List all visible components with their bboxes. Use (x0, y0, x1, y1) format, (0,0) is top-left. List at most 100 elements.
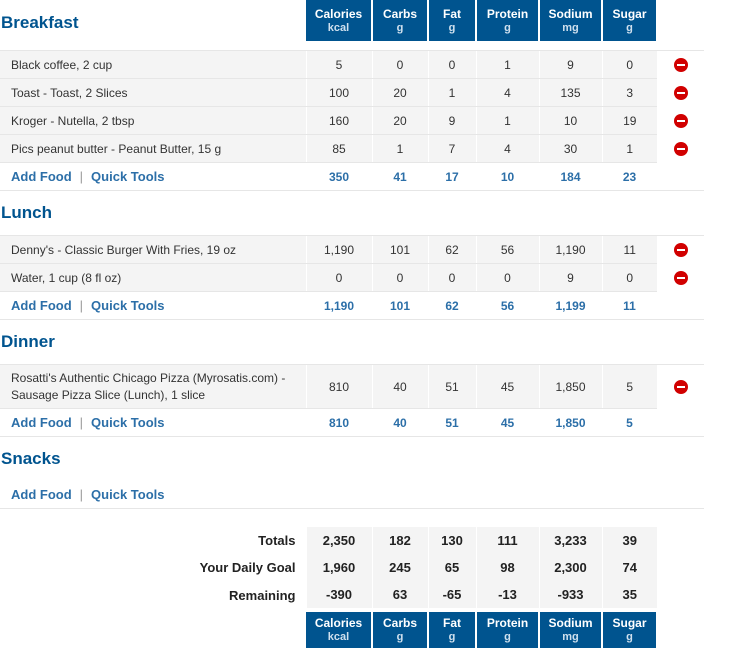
food-carbs: 20 (371, 78, 428, 107)
food-name[interactable]: Toast - Toast, 2 Slices (0, 78, 306, 107)
food-sodium: 9 (538, 263, 602, 292)
meal-actions-row: Add Food | Quick Tools 350 41 17 10 184 23 (0, 162, 704, 191)
meal-total-sugar: 5 (602, 408, 657, 437)
meal-total-sodium: 184 (539, 162, 602, 191)
delete-food-button[interactable] (657, 134, 704, 163)
food-calories: 0 (305, 263, 372, 292)
meal-total-carbs: 101 (372, 291, 428, 320)
col-footer-calories: Calories kcal (306, 608, 373, 648)
food-diary-table: Breakfast Calories kcal Carbs g Fat g Prote… (0, 0, 704, 648)
col-header-carbs: Carbs g (372, 0, 429, 41)
food-protein: 1 (475, 106, 539, 135)
remaining-row: Remaining -390 63 -65 -13 -933 35 (0, 581, 704, 610)
meal-total-protein: 10 (476, 162, 539, 191)
remove-circle-icon[interactable] (673, 58, 688, 73)
remove-circle-icon[interactable] (673, 380, 688, 395)
food-sodium: 30 (538, 134, 602, 163)
food-protein: 45 (475, 364, 539, 409)
food-carbs: 20 (371, 106, 428, 135)
add-food-link[interactable]: Add Food (11, 169, 72, 184)
meal-actions-row: Add Food | Quick Tools (0, 481, 704, 509)
col-footer-sodium: Sodium mg (539, 608, 603, 648)
link-separator: | (79, 415, 84, 430)
total-calories: 2,350 (305, 527, 372, 554)
remaining-sugar: 35 (601, 581, 657, 610)
delete-food-button[interactable] (657, 364, 704, 409)
food-name[interactable]: Pics peanut butter - Peanut Butter, 15 g (0, 134, 306, 163)
col-header-protein: Protein g (476, 0, 540, 41)
food-fat: 0 (427, 263, 476, 292)
delete-food-button[interactable] (657, 235, 704, 264)
meal-total-fat: 51 (428, 408, 476, 437)
remaining-protein: -13 (475, 581, 539, 610)
food-row[interactable]: Kroger - Nutella, 2 tbsp 160 20 9 1 10 1… (0, 106, 704, 135)
food-row[interactable]: Rosatti's Authentic Chicago Pizza (Myros… (0, 364, 704, 409)
goal-calories: 1,960 (305, 554, 372, 581)
food-carbs: 0 (371, 50, 428, 79)
food-name[interactable]: Rosatti's Authentic Chicago Pizza (Myros… (0, 364, 306, 409)
food-carbs: 0 (371, 263, 428, 292)
food-fat: 0 (427, 50, 476, 79)
total-sodium: 3,233 (538, 527, 602, 554)
add-food-link[interactable]: Add Food (11, 298, 72, 313)
remove-circle-icon[interactable] (673, 243, 688, 258)
remove-circle-icon[interactable] (673, 85, 688, 100)
food-calories: 5 (305, 50, 372, 79)
food-name[interactable]: Denny's - Classic Burger With Fries, 19 … (0, 235, 306, 264)
breakfast-header-row: Breakfast Calories kcal Carbs g Fat g Prote… (0, 0, 704, 41)
col-header-fat: Fat g (428, 0, 477, 41)
remove-circle-icon[interactable] (673, 113, 688, 128)
quick-tools-link[interactable]: Quick Tools (91, 298, 164, 313)
food-protein: 4 (475, 78, 539, 107)
meal-total-sodium: 1,850 (539, 408, 602, 437)
food-sugar: 11 (601, 235, 657, 264)
food-calories: 160 (305, 106, 372, 135)
food-protein: 4 (475, 134, 539, 163)
meal-actions-row: Add Food | Quick Tools 1,190 101 62 56 1,1… (0, 291, 704, 320)
food-calories: 85 (305, 134, 372, 163)
remove-circle-icon[interactable] (673, 141, 688, 156)
daily-goal-label: Your Daily Goal (199, 560, 296, 575)
quick-tools-link[interactable]: Quick Tools (91, 415, 164, 430)
remove-circle-icon[interactable] (673, 270, 688, 285)
food-sodium: 1,850 (538, 364, 602, 409)
delete-food-button[interactable] (657, 263, 704, 292)
quick-tools-link[interactable]: Quick Tools (91, 487, 164, 502)
food-protein: 0 (475, 263, 539, 292)
col-footer-protein: Protein g (476, 608, 540, 648)
link-separator: | (79, 169, 84, 184)
food-fat: 9 (427, 106, 476, 135)
meal-title-breakfast: Breakfast (1, 13, 79, 32)
food-carbs: 101 (371, 235, 428, 264)
goal-protein: 98 (475, 554, 539, 581)
goal-fat: 65 (427, 554, 476, 581)
col-header-sugar: Sugar g (602, 0, 658, 41)
quick-tools-link[interactable]: Quick Tools (91, 169, 164, 184)
food-carbs: 40 (371, 364, 428, 409)
add-food-link[interactable]: Add Food (11, 415, 72, 430)
food-name[interactable]: Kroger - Nutella, 2 tbsp (0, 106, 306, 135)
totals-row: Totals 2,350 182 130 111 3,233 39 (0, 527, 704, 554)
food-name[interactable]: Black coffee, 2 cup (0, 50, 306, 79)
col-footer-carbs: Carbs g (372, 608, 429, 648)
food-row[interactable]: Pics peanut butter - Peanut Butter, 15 g… (0, 134, 704, 163)
food-row[interactable]: Denny's - Classic Burger With Fries, 19 … (0, 235, 704, 264)
food-fat: 7 (427, 134, 476, 163)
goal-carbs: 245 (371, 554, 428, 581)
food-name[interactable]: Water, 1 cup (8 fl oz) (0, 263, 306, 292)
col-header-calories: Calories kcal (306, 0, 373, 41)
food-row[interactable]: Toast - Toast, 2 Slices 100 20 1 4 135 3 (0, 78, 704, 107)
food-sugar: 0 (601, 50, 657, 79)
food-sodium: 135 (538, 78, 602, 107)
meal-title-snacks: Snacks (1, 449, 61, 468)
delete-food-button[interactable] (657, 78, 704, 107)
delete-food-button[interactable] (657, 106, 704, 135)
meal-title-dinner: Dinner (1, 332, 55, 351)
meal-total-carbs: 41 (372, 162, 428, 191)
meal-total-protein: 45 (476, 408, 539, 437)
food-sugar: 1 (601, 134, 657, 163)
add-food-link[interactable]: Add Food (11, 487, 72, 502)
delete-food-button[interactable] (657, 50, 704, 79)
food-row[interactable]: Black coffee, 2 cup 5 0 0 1 9 0 (0, 50, 704, 79)
food-row[interactable]: Water, 1 cup (8 fl oz) 0 0 0 0 9 0 (0, 263, 704, 292)
